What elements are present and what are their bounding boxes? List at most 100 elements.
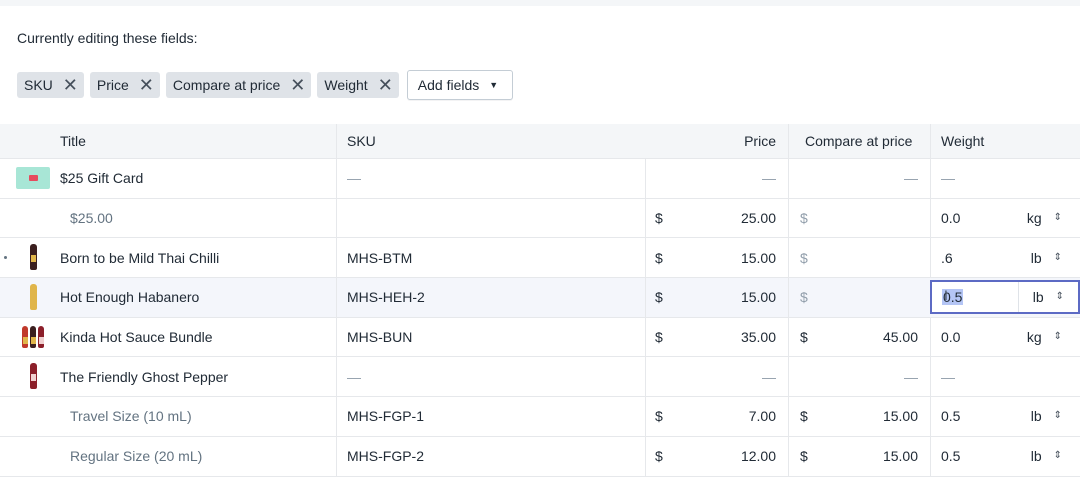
bulk-editor-grid: Title SKU Price Compare at price Weight … bbox=[0, 124, 1080, 477]
gift-card-icon bbox=[16, 167, 50, 189]
sauce-bottle-icon bbox=[22, 325, 28, 348]
weight-cell: — bbox=[941, 368, 955, 385]
close-icon[interactable]: ✕ bbox=[378, 76, 393, 94]
product-title[interactable]: Hot Enough Habanero bbox=[60, 278, 199, 317]
select-arrows-icon: ⇕ bbox=[1053, 251, 1062, 263]
product-title[interactable]: The Friendly Ghost Pepper bbox=[60, 357, 228, 396]
chip-compare-at-price: Compare at price ✕ bbox=[165, 72, 312, 98]
sauce-bottle-icon bbox=[29, 244, 37, 271]
weight-unit: lb bbox=[1030, 448, 1042, 465]
add-fields-button[interactable]: Add fields ▼ bbox=[406, 70, 514, 100]
select-arrows-icon: ⇕ bbox=[1053, 212, 1062, 224]
sauce-bottle-icon bbox=[38, 325, 44, 348]
compare-cell: — bbox=[904, 170, 918, 187]
sku-cell: — bbox=[347, 368, 361, 385]
weight-unit-select[interactable]: lb ⇕ bbox=[1031, 437, 1062, 476]
weight-cell: — bbox=[941, 170, 955, 187]
select-arrows-icon: ⇕ bbox=[1053, 450, 1062, 462]
product-thumbnail bbox=[16, 284, 50, 311]
weight-unit: lb bbox=[1030, 249, 1042, 266]
price-cell: — bbox=[762, 368, 776, 385]
chip-label: SKU bbox=[24, 77, 53, 93]
weight-unit: lb bbox=[1030, 408, 1042, 425]
table-row: $25.00 $ 25.00 $ 0.0 kg ⇕ bbox=[0, 198, 1080, 239]
compare-input[interactable]: 15.00 bbox=[790, 397, 918, 436]
compare-input[interactable]: 15.00 bbox=[790, 437, 918, 476]
weight-input[interactable]: 0.0 bbox=[941, 199, 960, 238]
weight-input[interactable]: 0.5 bbox=[941, 397, 960, 436]
product-thumbnail bbox=[16, 165, 50, 191]
compare-input[interactable] bbox=[790, 199, 918, 238]
product-title[interactable]: Born to be Mild Thai Chilli bbox=[60, 238, 219, 277]
sku-input[interactable]: MHS-FGP-1 bbox=[336, 397, 645, 436]
table-row: Regular Size (20 mL) MHS-FGP-2 $ 12.00 $… bbox=[0, 436, 1080, 477]
chip-label: Compare at price bbox=[172, 77, 281, 93]
chip-weight: Weight ✕ bbox=[317, 72, 399, 98]
table-row: Born to be Mild Thai Chilli MHS-BTM $ 15… bbox=[0, 238, 1080, 279]
table-row: Kinda Hot Sauce Bundle MHS-BUN $ 35.00 $… bbox=[0, 317, 1080, 358]
price-input[interactable]: 35.00 bbox=[645, 318, 776, 357]
weight-unit: lb bbox=[1032, 289, 1044, 306]
price-input[interactable]: 25.00 bbox=[645, 199, 776, 238]
product-title[interactable]: Kinda Hot Sauce Bundle bbox=[60, 318, 213, 357]
price-input[interactable]: 7.00 bbox=[645, 397, 776, 436]
sku-input[interactable]: MHS-HEH-2 bbox=[336, 278, 645, 317]
product-thumbnail bbox=[16, 363, 50, 390]
weight-unit-select[interactable]: lb ⇕ bbox=[1031, 397, 1062, 436]
sku-cell: — bbox=[347, 170, 361, 187]
column-header-title: Title bbox=[60, 133, 86, 149]
close-icon[interactable]: ✕ bbox=[63, 76, 78, 94]
sku-input[interactable]: MHS-BUN bbox=[336, 318, 645, 357]
compare-input[interactable] bbox=[790, 278, 918, 317]
price-input[interactable]: 12.00 bbox=[645, 437, 776, 476]
select-arrows-icon: ⇕ bbox=[1053, 410, 1062, 422]
select-arrows-icon: ⇕ bbox=[1055, 291, 1064, 303]
weight-unit-select[interactable]: lb ⇕ bbox=[1031, 238, 1062, 277]
sauce-bottle-icon bbox=[29, 363, 37, 390]
chip-price: Price ✕ bbox=[89, 72, 160, 98]
grid-header: Title SKU Price Compare at price Weight bbox=[0, 124, 1080, 159]
weight-unit: kg bbox=[1026, 210, 1042, 227]
variant-title: Travel Size (10 mL) bbox=[70, 408, 192, 425]
field-chips: SKU ✕ Price ✕ Compare at price ✕ Weight … bbox=[17, 70, 514, 100]
column-header-sku: SKU bbox=[347, 133, 376, 149]
close-icon[interactable]: ✕ bbox=[290, 76, 305, 94]
chip-label: Price bbox=[96, 77, 129, 93]
compare-cell: — bbox=[904, 368, 918, 385]
weight-unit-select[interactable]: lb ⇕ bbox=[1033, 282, 1064, 312]
table-row: The Friendly Ghost Pepper — — — — bbox=[0, 357, 1080, 398]
row-marker-dot bbox=[4, 256, 7, 260]
chip-sku: SKU ✕ bbox=[17, 72, 84, 98]
price-input[interactable]: 15.00 bbox=[645, 238, 776, 277]
select-arrows-icon: ⇕ bbox=[1053, 331, 1062, 343]
weight-unit-select[interactable]: kg ⇕ bbox=[1027, 199, 1062, 238]
weight-input-focused[interactable]: 0.5 I lb ⇕ bbox=[930, 280, 1080, 315]
sku-input[interactable]: MHS-FGP-2 bbox=[336, 437, 645, 476]
product-title[interactable]: $25 Gift Card bbox=[60, 159, 143, 198]
variant-title: Regular Size (20 mL) bbox=[70, 448, 203, 465]
column-header-price: Price bbox=[744, 133, 776, 149]
price-input[interactable]: 15.00 bbox=[645, 278, 776, 317]
weight-unit-select[interactable]: kg ⇕ bbox=[1027, 318, 1062, 357]
product-thumbnail bbox=[16, 324, 50, 350]
table-row: Travel Size (10 mL) MHS-FGP-1 $ 7.00 $ 1… bbox=[0, 397, 1080, 437]
sku-input[interactable] bbox=[336, 199, 645, 238]
weight-input[interactable]: 0.5 bbox=[941, 437, 960, 476]
compare-input[interactable] bbox=[790, 238, 918, 277]
weight-input[interactable]: 0.0 bbox=[941, 318, 960, 357]
product-thumbnail bbox=[16, 244, 50, 271]
chip-label: Weight bbox=[324, 77, 368, 93]
sku-input[interactable]: MHS-BTM bbox=[336, 238, 645, 277]
table-row: $25 Gift Card — — — — bbox=[0, 159, 1080, 199]
table-row: Hot Enough Habanero MHS-HEH-2 $ 15.00 $ … bbox=[0, 278, 1080, 318]
caret-down-icon: ▼ bbox=[489, 80, 499, 90]
sauce-bottle-icon bbox=[29, 284, 37, 311]
variant-title: $25.00 bbox=[70, 210, 113, 227]
close-icon[interactable]: ✕ bbox=[139, 76, 154, 94]
column-header-compare-at-price: Compare at price bbox=[805, 133, 913, 149]
compare-input[interactable]: 45.00 bbox=[790, 318, 918, 357]
column-header-weight: Weight bbox=[941, 133, 985, 149]
text-cursor-icon: I bbox=[944, 287, 948, 304]
weight-input[interactable]: .6 bbox=[941, 238, 953, 277]
editing-label: Currently editing these fields: bbox=[17, 30, 198, 46]
